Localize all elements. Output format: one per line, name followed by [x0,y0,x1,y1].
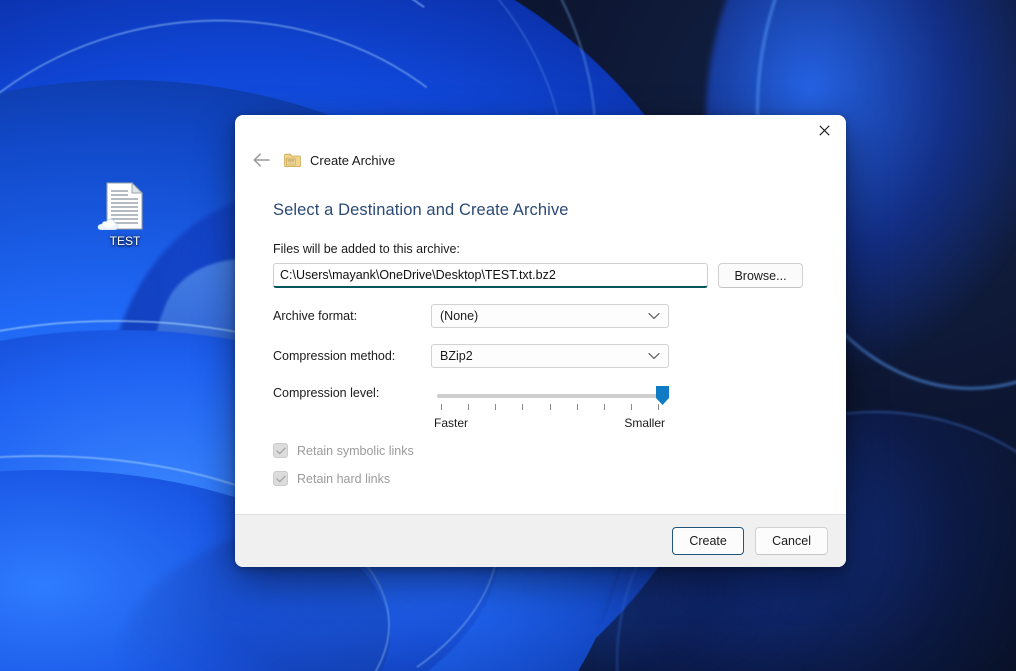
slider-tick [441,404,442,410]
slider-max-label: Smaller [624,416,665,430]
slider-tick [630,404,632,410]
dialog-titlebar [235,115,846,145]
archive-format-select[interactable]: (None) [431,304,669,328]
archive-folder-icon [284,153,301,168]
archive-format-label: Archive format: [273,309,358,323]
compression-level-label: Compression level: [273,386,380,400]
slider-tick [495,404,497,410]
desktop: TEST Create Archive Select a Destination… [0,0,1016,671]
create-button[interactable]: Create [672,527,745,555]
slider-tick [549,404,551,410]
page-title: Select a Destination and Create Archive [273,201,569,219]
slider-ticks [437,404,662,413]
retain-hard-links-label: Retain hard links [297,471,391,486]
compression-method-select[interactable]: BZip2 [431,344,669,368]
destination-path-input[interactable] [273,263,708,288]
archive-format-value: (None) [440,309,479,323]
dialog-title: Create Archive [310,152,396,168]
slider-track-fill [437,394,662,398]
create-archive-dialog: Create Archive Select a Destination and … [235,115,846,567]
browse-button[interactable]: Browse... [718,263,803,288]
files-label: Files will be added to this archive: [273,242,460,256]
compression-level-slider[interactable]: Faster Smaller [431,386,669,430]
chevron-down-icon [648,352,660,360]
compression-method-label: Compression method: [273,349,396,363]
compression-method-value: BZip2 [440,349,473,363]
slider-track[interactable] [437,386,669,405]
compression-method-row: Compression method: BZip2 [273,344,808,368]
retain-symbolic-links-row[interactable]: Retain symbolic links [273,443,808,458]
compression-level-row: Compression level: Faster Smaller [273,386,808,430]
archive-format-row: Archive format: (None) [273,304,808,328]
chevron-down-icon [648,312,660,320]
text-document-icon [97,181,145,230]
retain-symbolic-links-label: Retain symbolic links [297,443,414,458]
retain-hard-links-checkbox[interactable] [273,471,288,486]
slider-tick [576,404,578,410]
retain-symbolic-links-checkbox[interactable] [273,443,288,458]
dialog-footer: Create Cancel [235,514,846,567]
slider-tick [658,404,659,410]
cancel-button[interactable]: Cancel [755,527,828,555]
slider-end-labels: Faster Smaller [434,416,665,430]
arrow-left-icon[interactable] [248,147,274,173]
onedrive-cloud-icon [97,217,119,230]
slider-tick [468,404,470,410]
slider-tick [522,404,524,410]
desktop-icon-label: TEST [109,234,141,248]
slider-min-label: Faster [434,416,469,430]
destination-path-row: Browse... [273,263,808,288]
dialog-body: Select a Destination and Create Archive … [235,175,846,514]
desktop-icon-test[interactable]: TEST [92,181,158,248]
slider-thumb[interactable] [655,385,670,406]
dialog-nav-row: Create Archive [235,145,846,175]
retain-hard-links-row[interactable]: Retain hard links [273,471,808,486]
close-icon[interactable] [802,115,846,145]
slider-tick [603,404,605,410]
